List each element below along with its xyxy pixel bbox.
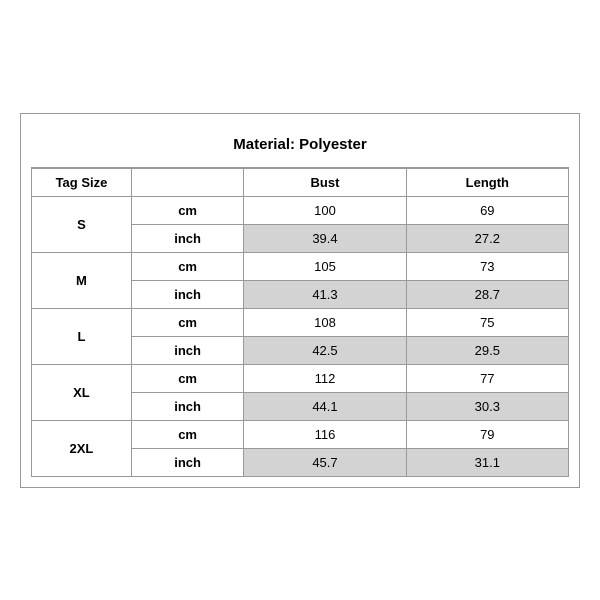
size-label: L [32,308,132,364]
bust-value: 41.3 [244,280,406,308]
length-value: 27.2 [406,224,568,252]
length-value: 30.3 [406,392,568,420]
bust-value: 116 [244,420,406,448]
length-value: 79 [406,420,568,448]
bust-value: 39.4 [244,224,406,252]
unit-cell: inch [131,448,243,476]
length-value: 77 [406,364,568,392]
table-body: Scm10069inch39.427.2Mcm10573inch41.328.7… [32,196,569,476]
header-tag-size: Tag Size [32,168,132,196]
unit-cell: inch [131,392,243,420]
length-value: 29.5 [406,336,568,364]
size-label: 2XL [32,420,132,476]
table-container: Material: Polyester Tag Size Bust Length… [20,113,580,488]
length-value: 73 [406,252,568,280]
bust-value: 100 [244,196,406,224]
unit-cell: inch [131,336,243,364]
bust-value: 44.1 [244,392,406,420]
bust-value: 105 [244,252,406,280]
table-row: Lcm10875 [32,308,569,336]
unit-cell: cm [131,252,243,280]
bust-value: 45.7 [244,448,406,476]
length-value: 69 [406,196,568,224]
unit-cell: inch [131,224,243,252]
table-header-row: Tag Size Bust Length [32,168,569,196]
bust-value: 42.5 [244,336,406,364]
table-row: Mcm10573 [32,252,569,280]
unit-cell: inch [131,280,243,308]
length-value: 28.7 [406,280,568,308]
header-length: Length [406,168,568,196]
bust-value: 108 [244,308,406,336]
length-value: 75 [406,308,568,336]
size-label: S [32,196,132,252]
table-row: XLcm11277 [32,364,569,392]
table-row: Scm10069 [32,196,569,224]
unit-cell: cm [131,420,243,448]
unit-cell: cm [131,196,243,224]
header-bust: Bust [244,168,406,196]
table-row: 2XLcm11679 [32,420,569,448]
size-label: XL [32,364,132,420]
length-value: 31.1 [406,448,568,476]
unit-cell: cm [131,308,243,336]
size-table: Tag Size Bust Length Scm10069inch39.427.… [31,168,569,477]
unit-cell: cm [131,364,243,392]
header-unit [131,168,243,196]
table-title: Material: Polyester [31,124,569,168]
size-label: M [32,252,132,308]
bust-value: 112 [244,364,406,392]
